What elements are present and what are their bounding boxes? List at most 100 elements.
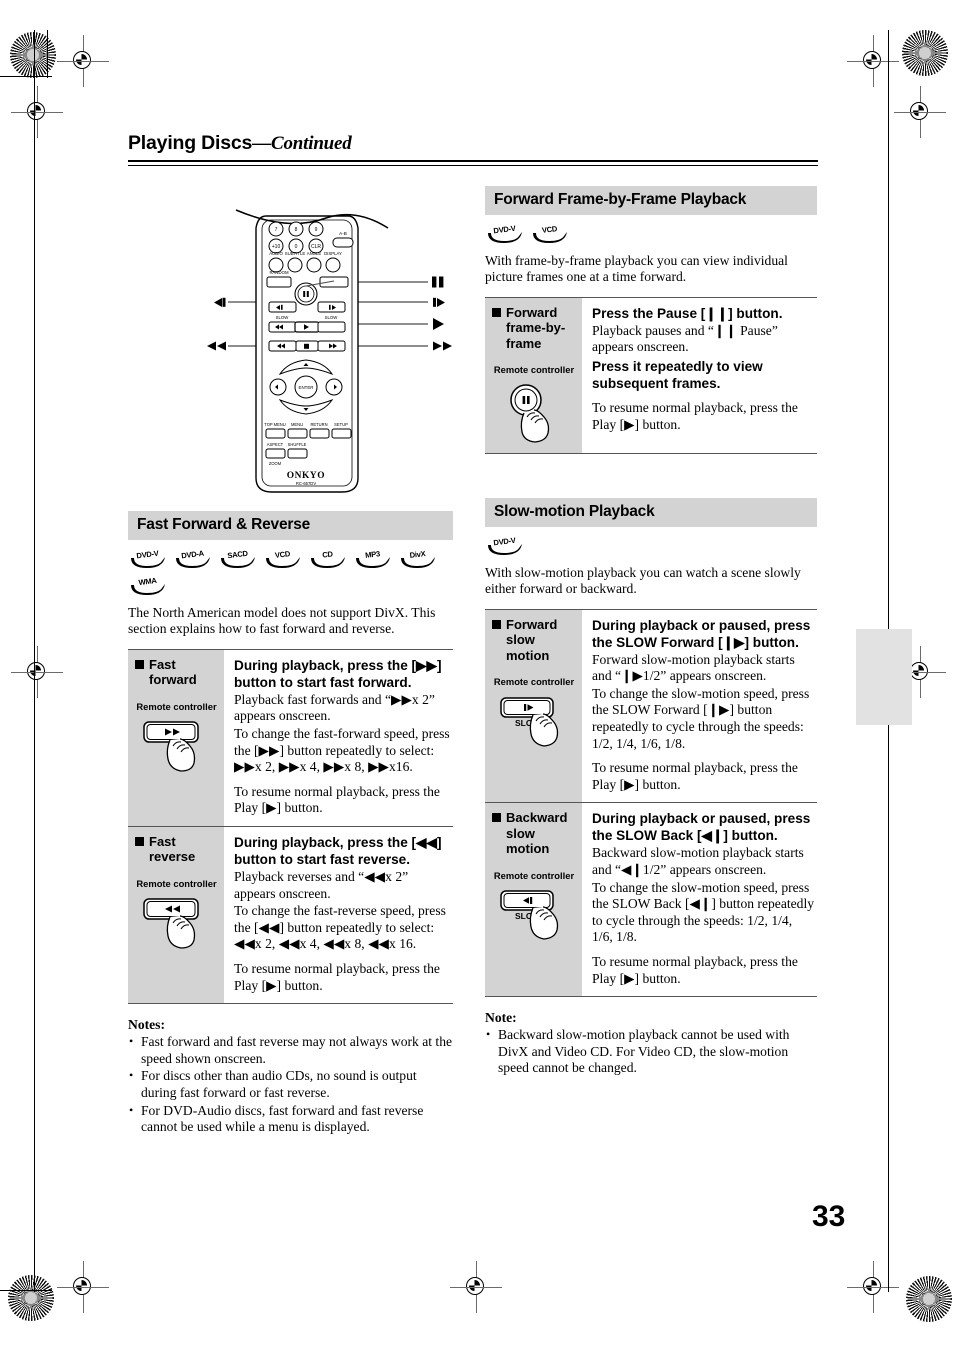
remote-controller-caption: Remote controller bbox=[136, 877, 217, 889]
row-label-cell: Forward frame-by-frame Remote controller bbox=[485, 297, 582, 453]
instruction-table-fast-forward-reverse: Fast forward Remote controller During pl… bbox=[128, 648, 453, 1005]
row-paragraph: Playback fast forwards and “▶▶x 2” appea… bbox=[234, 691, 435, 724]
row-label: Forward frame-by-frame bbox=[492, 305, 576, 352]
bullet-square-icon bbox=[135, 836, 144, 846]
svg-text:SETUP: SETUP bbox=[334, 422, 348, 427]
row-label-text: Backward slow motion bbox=[506, 810, 568, 857]
table-row: Forward frame-by-frame Remote controller bbox=[485, 297, 817, 454]
svg-text:RC-657DV: RC-657DV bbox=[296, 481, 316, 486]
svg-text:SLOW: SLOW bbox=[276, 315, 290, 320]
registration-mark-top-left-inner bbox=[11, 86, 63, 138]
svg-text:TOP MENU: TOP MENU bbox=[264, 422, 286, 427]
crop-line-top-left-v bbox=[47, 30, 49, 78]
section-intro-frame: With frame-by-frame playback you can vie… bbox=[485, 253, 788, 285]
bullet-square-icon bbox=[492, 619, 501, 629]
row-heading-secondary: Press it repeatedly to view subsequent f… bbox=[592, 359, 763, 391]
row-label-cell: Fast reverse Remote controller bbox=[128, 826, 224, 1004]
svg-text:A-B: A-B bbox=[339, 231, 347, 236]
table-row: Backward slow motion Remote controller S… bbox=[485, 803, 817, 998]
remote-control-illustration: 7 8 9 +10 0 CLR A-B AUDIO SUBTITLE ANGLE DISPL… bbox=[196, 202, 466, 502]
svg-text:ANGLE: ANGLE bbox=[307, 251, 322, 256]
row-label-text: Forward slow motion bbox=[506, 616, 558, 663]
list-item: Backward slow-motion playback cannot be … bbox=[485, 1026, 817, 1077]
svg-text:0: 0 bbox=[295, 244, 298, 250]
svg-text:DISPLAY: DISPLAY bbox=[324, 251, 342, 256]
print-control-star-top-left bbox=[10, 32, 56, 78]
row-label-text: Forward frame-by-frame bbox=[506, 304, 566, 351]
bullet-square-icon bbox=[492, 813, 501, 823]
svg-text:SLOW: SLOW bbox=[325, 315, 339, 320]
remote-button-art-fast-forward bbox=[135, 719, 218, 779]
disc-badge: DVD-A bbox=[173, 549, 212, 570]
svg-text:ZOOM: ZOOM bbox=[269, 461, 282, 466]
row-content-cell: During playback or paused, press the SLO… bbox=[582, 610, 817, 803]
row-content-cell: During playback, press the [◀◀] button t… bbox=[224, 827, 453, 1003]
list-item: Fast forward and fast reverse may not al… bbox=[128, 1033, 453, 1067]
row-label: Forward slow motion bbox=[492, 617, 576, 664]
row-label-text: Fast reverse bbox=[149, 833, 196, 865]
svg-text:SUBTITLE: SUBTITLE bbox=[285, 251, 306, 256]
disc-format-badges-frame: DVD-V VCD bbox=[485, 224, 817, 245]
list-item: For DVD-Audio discs, fast forward and fa… bbox=[128, 1101, 453, 1136]
instruction-table-frame-by-frame: Forward frame-by-frame Remote controller bbox=[485, 296, 817, 454]
row-label: Fast reverse bbox=[135, 834, 218, 865]
section-title-fast-forward-reverse: Fast Forward & Reverse bbox=[128, 511, 453, 540]
registration-mark-left-mid bbox=[11, 646, 63, 698]
svg-text:ENTER: ENTER bbox=[299, 385, 314, 390]
list-item: For discs other than audio CDs, no sound… bbox=[128, 1067, 453, 1101]
disc-badge: VCD bbox=[263, 549, 302, 570]
row-paragraph: Forward slow-motion playback starts and … bbox=[592, 651, 795, 684]
row-heading: During playback, press the [◀◀] button t… bbox=[234, 834, 442, 867]
svg-text:ASPECT: ASPECT bbox=[267, 442, 284, 447]
table-row: Fast reverse Remote controller During pl… bbox=[128, 826, 453, 1005]
row-label-cell: Forward slow motion Remote controller SL… bbox=[485, 609, 582, 803]
svg-text:RANDOM: RANDOM bbox=[269, 270, 289, 275]
disc-badge: SACD bbox=[218, 549, 257, 570]
row-content-cell: Press the Pause [❙❙] button. Playback pa… bbox=[582, 298, 817, 453]
svg-text:RETURN: RETURN bbox=[310, 422, 327, 427]
notes-list: Backward slow-motion playback cannot be … bbox=[485, 1026, 817, 1077]
notes-list: Fast forward and fast reverse may not al… bbox=[128, 1033, 453, 1136]
note-title: Note: bbox=[485, 1010, 517, 1026]
disc-badge: VCD bbox=[530, 224, 569, 245]
section-intro-slow: With slow-motion playback you can watch … bbox=[485, 564, 801, 597]
registration-mark-right-upper bbox=[894, 86, 946, 138]
remote-button-art-slow-forward: SLOW bbox=[492, 695, 576, 755]
row-paragraph: To resume normal playback, press the Pla… bbox=[234, 783, 440, 816]
header-rule bbox=[128, 160, 818, 166]
svg-text:ONKYO: ONKYO bbox=[287, 471, 325, 481]
disc-badge: DVD-V bbox=[485, 224, 524, 245]
disc-badge: DVD-V bbox=[485, 535, 524, 557]
row-paragraph: Backward slow-motion playback starts and… bbox=[592, 845, 804, 877]
notes-block-right: Note: Backward slow-motion playback cann… bbox=[485, 1010, 817, 1077]
edge-thumb-tab bbox=[856, 629, 912, 725]
bullet-square-icon bbox=[135, 659, 144, 669]
row-content-cell: During playback or paused, press the SLO… bbox=[582, 803, 817, 996]
row-paragraph: To resume normal playback, press the Pla… bbox=[592, 953, 798, 986]
disc-badge: CD bbox=[308, 549, 347, 570]
row-label: Fast forward bbox=[135, 657, 218, 688]
disc-format-badges-left: DVD-V DVD-A SACD VCD CD MP3 DivX WMA bbox=[128, 549, 453, 597]
page-title-suffix: —Continued bbox=[252, 133, 352, 154]
svg-text:+10: +10 bbox=[272, 244, 281, 250]
remote-button-art-pause bbox=[492, 383, 576, 443]
remote-controller-caption: Remote controller bbox=[493, 869, 575, 881]
row-label-cell: Fast forward Remote controller bbox=[128, 649, 224, 826]
remote-button-art-fast-reverse bbox=[135, 896, 218, 956]
page-header-block: Playing Discs—Continued bbox=[128, 132, 818, 166]
row-paragraph: To change the slow-motion speed, press t… bbox=[592, 879, 815, 945]
registration-mark-top-left bbox=[57, 35, 109, 87]
row-paragraph: To resume normal playback, press the Pla… bbox=[592, 400, 798, 432]
row-paragraph: To change the fast-forward speed, press … bbox=[234, 726, 450, 775]
row-paragraph: Playback pauses and “❙❙ Pause” appears o… bbox=[592, 322, 778, 355]
left-column: 7 8 9 +10 0 CLR A-B AUDIO SUBTITLE ANGLE DISPL… bbox=[128, 186, 453, 1136]
instruction-table-slow-motion: Forward slow motion Remote controller SL… bbox=[485, 608, 817, 998]
crop-line-bottom-left-h bbox=[0, 1290, 52, 1292]
print-control-star-top-right bbox=[902, 30, 948, 76]
svg-text:8: 8 bbox=[295, 227, 298, 233]
row-heading: During playback or paused, press the SLO… bbox=[592, 617, 811, 650]
remote-controller-caption: Remote controller bbox=[493, 364, 575, 376]
svg-text:AUDIO: AUDIO bbox=[269, 251, 283, 256]
notes-block-left: Notes: Fast forward and fast reverse may… bbox=[128, 1017, 453, 1136]
row-paragraph: To change the fast-reverse speed, press … bbox=[234, 903, 446, 952]
